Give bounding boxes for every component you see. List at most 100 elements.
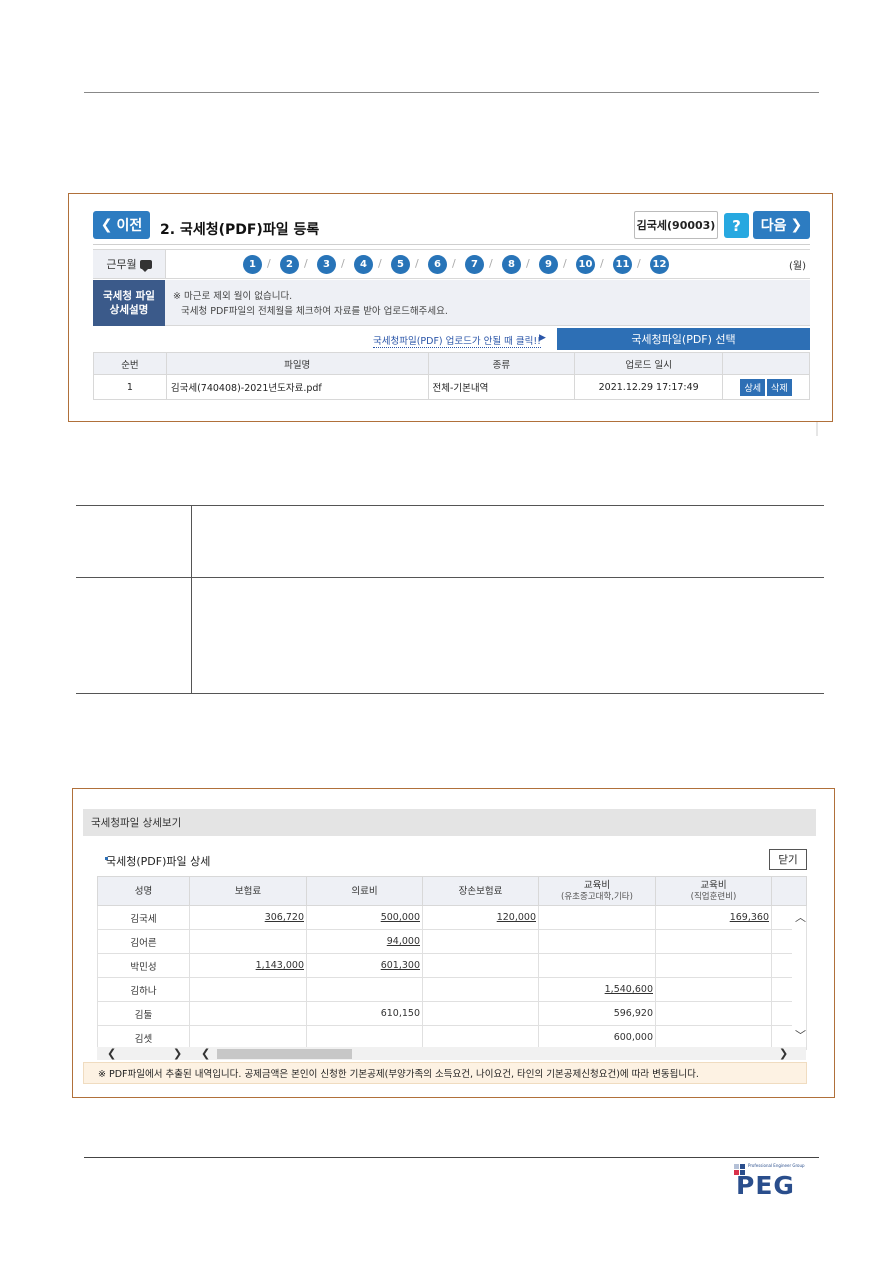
column-header-overflow	[771, 876, 807, 906]
row-number: 1	[93, 374, 167, 400]
month-7[interactable]: 7	[465, 255, 484, 274]
column-header	[722, 352, 810, 375]
amount-cell[interactable]: 1,540,600	[538, 977, 656, 1002]
file-name: 김국세(740408)-2021년도자료.pdf	[165, 374, 429, 400]
month-2[interactable]: 2	[280, 255, 299, 274]
scroll-left-icon[interactable]: ❮	[201, 1047, 210, 1060]
amount-cell[interactable]: 94,000	[306, 929, 423, 954]
amount-cell	[422, 1001, 539, 1026]
prev-label: 이전	[116, 218, 143, 234]
month-1[interactable]: 1	[243, 255, 262, 274]
logo-square	[734, 1164, 739, 1169]
person-name: 김국세	[97, 905, 190, 930]
month-separator: /	[415, 257, 419, 270]
amount-cell[interactable]: 120,000	[422, 905, 539, 930]
chevron-down-icon[interactable]: ﹀	[795, 1027, 806, 1043]
logo-square	[740, 1164, 745, 1169]
detail-button[interactable]: 상세	[740, 378, 766, 396]
column-header: 종류	[427, 352, 576, 375]
comment-icon[interactable]	[139, 259, 152, 272]
top-divider	[84, 92, 819, 93]
amount-cell	[189, 977, 307, 1002]
table-row: 김셋 600,000	[97, 1025, 807, 1050]
amount-cell	[189, 929, 307, 954]
delete-button[interactable]: 삭제	[767, 378, 792, 396]
table-row: 김어른 94,000	[97, 929, 807, 954]
horizontal-scrollbar[interactable]: ❮ ❯ ❮ ❯	[97, 1047, 806, 1060]
info-table-column-divider	[191, 506, 192, 694]
amount-cell	[306, 1025, 423, 1050]
table-header-row: 순번 파일명 종류 업로드 일시	[93, 352, 810, 375]
table-row: 1 김국세(740408)-2021년도자료.pdf 전체-기본내역 2021.…	[93, 374, 810, 400]
month-separator: /	[267, 257, 271, 270]
person-name: 김둘	[97, 1001, 190, 1026]
description-label-line1: 국세청 파일	[103, 290, 155, 302]
month-11[interactable]: 11	[613, 255, 632, 274]
uploaded-files-table: 순번 파일명 종류 업로드 일시 1 김국세(740408)-2021년도자료.…	[93, 352, 810, 400]
amount-cell: 600,000	[538, 1025, 656, 1050]
month-12[interactable]: 12	[650, 255, 669, 274]
scroll-right-icon[interactable]: ❯	[173, 1047, 182, 1060]
deduction-table: 성명 보험료 의료비 장손보험료 교육비 (유초중고대학,기타) 교육비 (직업훈련…	[97, 876, 807, 1050]
column-header-disabled-insurance: 장손보험료	[422, 876, 539, 906]
column-header: 순번	[93, 352, 167, 375]
close-button[interactable]: 닫기	[769, 849, 807, 870]
triangle-right-icon: ▶	[539, 333, 546, 343]
title-divider	[93, 244, 810, 245]
amount-cell[interactable]: 500,000	[306, 905, 423, 930]
scroll-right-icon[interactable]: ❯	[779, 1047, 788, 1060]
month-separator: /	[563, 257, 567, 270]
amount-cell	[422, 953, 539, 978]
row-actions: 상세 삭제	[722, 374, 810, 400]
month-5[interactable]: 5	[391, 255, 410, 274]
description-notice: ※ 마근로 제외 월이 없습니다.	[173, 291, 293, 302]
table-row: 김하나 1,540,600	[97, 977, 807, 1002]
detail-subtitle: 국세청(PDF)파일 상세	[106, 855, 211, 868]
file-type: 전체-기본내역	[427, 374, 576, 400]
next-button[interactable]: 다음 ❯	[753, 211, 810, 239]
info-table	[76, 505, 824, 694]
peg-logo: Professional Engineer Group PEG	[734, 1162, 814, 1202]
month-unit: (월)	[788, 261, 806, 272]
table-row: 김국세 306,720 500,000 120,000 169,360	[97, 905, 807, 930]
column-header-education: 교육비 (유초중고대학,기타)	[538, 876, 656, 906]
amount-cell[interactable]: 601,300	[306, 953, 423, 978]
chevron-up-icon[interactable]: ︿	[795, 909, 806, 925]
amount-cell[interactable]: 306,720	[189, 905, 307, 930]
month-label: 근무월	[106, 258, 137, 271]
person-name: 김하나	[97, 977, 190, 1002]
amount-cell[interactable]: 1,143,000	[189, 953, 307, 978]
amount-cell	[655, 977, 772, 1002]
month-9[interactable]: 9	[539, 255, 558, 274]
description-label: 국세청 파일 상세설명	[93, 280, 165, 326]
scroll-left-icon[interactable]: ❮	[107, 1047, 116, 1060]
month-separator: /	[600, 257, 604, 270]
pdf-upload-panel: ❮ 이전 2. 국세청(PDF)파일 등록 김국세(90003) ? 다음 ❯ …	[68, 193, 833, 422]
description-instruction: 국세청 PDF파일의 전체월을 체크하여 자료를 받아 업로드해주세요.	[181, 306, 448, 317]
month-separator: /	[526, 257, 530, 270]
month-8[interactable]: 8	[502, 255, 521, 274]
pdf-detail-panel: 국세청파일 상세보기 국세청(PDF)파일 상세 닫기 성명 보험료 의료비 장…	[72, 788, 835, 1098]
chevron-left-icon: ❮	[100, 217, 113, 233]
amount-cell[interactable]: 169,360	[655, 905, 772, 930]
month-4[interactable]: 4	[354, 255, 373, 274]
bottom-divider	[84, 1157, 819, 1158]
month-10[interactable]: 10	[576, 255, 595, 274]
upload-help-link[interactable]: 국세청파일(PDF) 업로드가 안될 때 클릭!!	[373, 333, 541, 348]
amount-cell	[538, 905, 656, 930]
help-button[interactable]: ?	[724, 213, 749, 238]
month-6[interactable]: 6	[428, 255, 447, 274]
vertical-scrollbar[interactable]: ︿ ﹀	[792, 907, 806, 1047]
next-label: 다음	[760, 218, 787, 234]
amount-cell	[422, 1025, 539, 1050]
amount-cell	[189, 1001, 307, 1026]
select-pdf-button[interactable]: 국세청파일(PDF) 선택	[557, 328, 810, 350]
person-name: 박민성	[97, 953, 190, 978]
scrollbar-thumb[interactable]	[217, 1049, 352, 1059]
column-header-vocational: 교육비 (직업훈련비)	[655, 876, 772, 906]
month-separator: /	[341, 257, 345, 270]
month-3[interactable]: 3	[317, 255, 336, 274]
amount-cell: 596,920	[538, 1001, 656, 1026]
prev-button[interactable]: ❮ 이전	[93, 211, 150, 239]
amount-cell	[655, 929, 772, 954]
